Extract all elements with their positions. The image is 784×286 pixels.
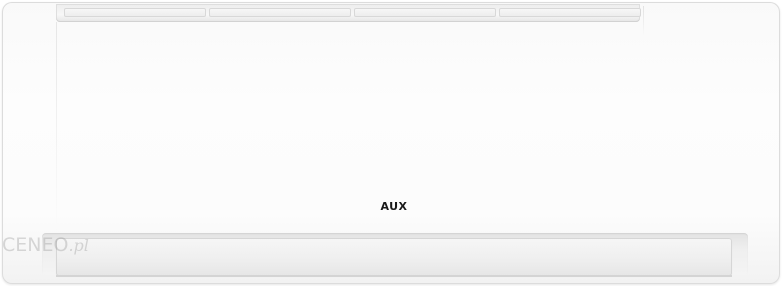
front-panel-seam [56,22,57,232]
intake-vent-slot [64,8,206,17]
top-air-intake-grille [56,4,641,22]
air-outlet-louver [56,238,732,276]
watermark-text: CENEO [2,234,69,256]
product-photo: AUX CENEO.pl [0,0,784,286]
ceneo-watermark: CENEO.pl [2,232,89,258]
brand-logo: AUX [380,200,408,213]
air-conditioner-indoor-unit: AUX [2,2,780,284]
louver-edge [56,275,732,277]
watermark-suffix: .pl [68,236,89,255]
intake-vent-slot [209,8,351,17]
front-panel-seam [643,6,644,36]
intake-vent-slot [499,8,641,17]
intake-vent-slot [354,8,496,17]
